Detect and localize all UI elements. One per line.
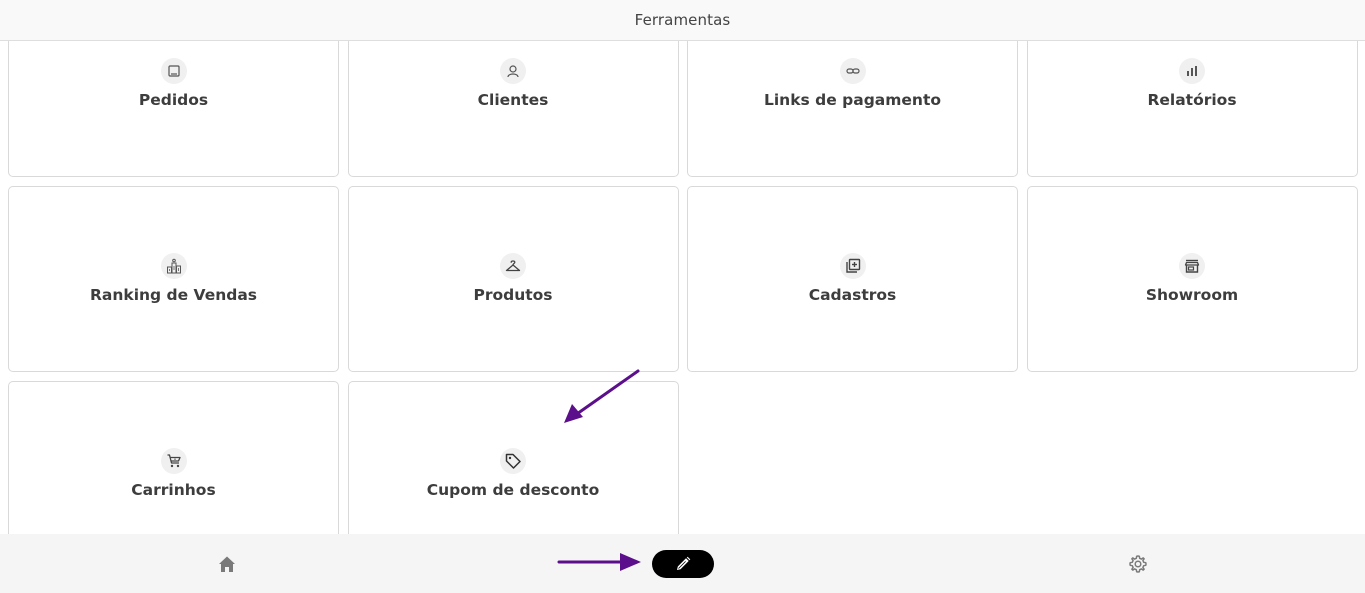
cart-icon bbox=[160, 448, 187, 474]
tool-label: Showroom bbox=[1145, 286, 1239, 304]
tools-nav-button[interactable] bbox=[652, 550, 714, 578]
tool-card-produtos[interactable]: Produtos bbox=[347, 186, 679, 372]
home-icon bbox=[219, 556, 235, 572]
tool-label: Clientes bbox=[477, 91, 549, 109]
tool-card-carrinhos[interactable]: Carrinhos bbox=[8, 381, 339, 534]
tool-label: Cupom de desconto bbox=[426, 481, 600, 499]
tool-card-pedidos[interactable]: Pedidos bbox=[8, 41, 339, 177]
hanger-icon bbox=[500, 253, 526, 279]
tool-label: Links de pagamento bbox=[763, 91, 942, 109]
tool-label: Produtos bbox=[473, 286, 553, 304]
add-library-icon bbox=[839, 253, 866, 279]
tool-label: Cadastros bbox=[808, 286, 897, 304]
pencil-icon bbox=[677, 556, 691, 570]
tool-label: Carrinhos bbox=[131, 481, 216, 499]
tag-icon bbox=[500, 448, 526, 474]
bottom-navigation bbox=[0, 534, 1365, 593]
tool-label: Ranking de Vendas bbox=[89, 286, 258, 304]
tool-card-links-de-pagamento[interactable]: Links de pagamento bbox=[687, 41, 1018, 177]
orders-icon bbox=[160, 58, 187, 84]
tool-card-cadastros[interactable]: Cadastros bbox=[687, 186, 1018, 372]
gear-icon bbox=[1129, 555, 1147, 573]
page-title: Ferramentas bbox=[634, 11, 731, 29]
reports-icon bbox=[1179, 58, 1205, 84]
store-icon bbox=[1179, 253, 1205, 279]
clients-icon bbox=[500, 58, 526, 84]
ranking-icon bbox=[160, 253, 187, 279]
tool-label: Pedidos bbox=[138, 91, 209, 109]
payment-link-icon bbox=[839, 58, 866, 84]
tools-content[interactable]: Pedidos Clientes Links de pagamento Rela… bbox=[0, 41, 1365, 534]
home-nav-button[interactable] bbox=[216, 553, 238, 575]
tool-card-showroom[interactable]: Showroom bbox=[1026, 186, 1358, 372]
tool-card-cupom-de-desconto[interactable]: Cupom de desconto bbox=[347, 381, 679, 534]
tool-card-clientes[interactable]: Clientes bbox=[347, 41, 679, 177]
tool-card-ranking-de-vendas[interactable]: Ranking de Vendas bbox=[8, 186, 339, 372]
tool-label: Relatórios bbox=[1147, 91, 1237, 109]
settings-nav-button[interactable] bbox=[1127, 553, 1149, 575]
header-bar: Ferramentas bbox=[0, 0, 1365, 41]
tools-grid: Pedidos Clientes Links de pagamento Rela… bbox=[8, 41, 1358, 534]
app-window: Ferramentas Pedidos Clientes Links de pa… bbox=[0, 0, 1365, 593]
tool-card-relatorios[interactable]: Relatórios bbox=[1026, 41, 1358, 177]
